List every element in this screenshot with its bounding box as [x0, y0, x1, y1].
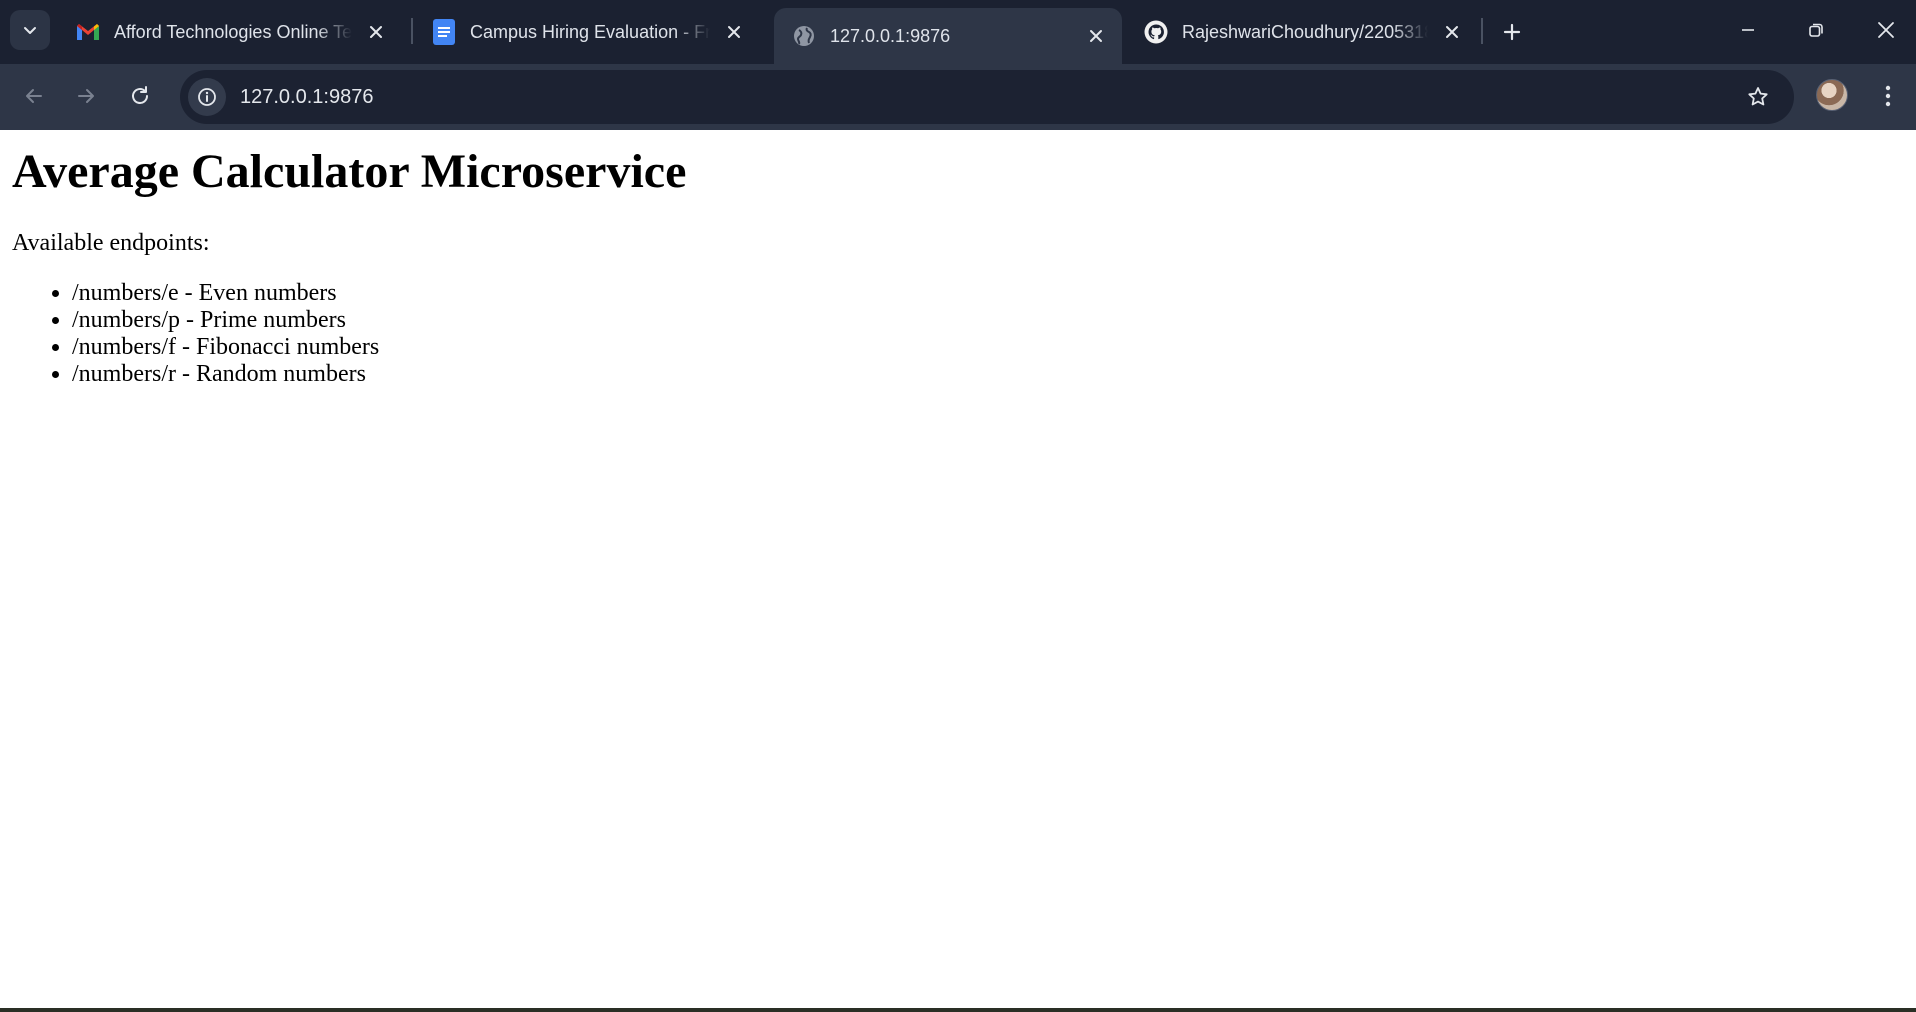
- bookmark-button[interactable]: [1740, 79, 1776, 115]
- tab-google-docs[interactable]: Campus Hiring Evaluation - Front: [414, 8, 760, 56]
- tab-localhost[interactable]: 127.0.0.1:9876: [774, 8, 1122, 64]
- forward-button[interactable]: [66, 76, 106, 116]
- page-content: Average Calculator Microservice Availabl…: [0, 130, 1916, 1008]
- new-tab-button[interactable]: [1494, 14, 1530, 50]
- close-tab-icon[interactable]: [362, 18, 390, 46]
- close-icon: [1878, 22, 1894, 38]
- list-item: /numbers/r - Random numbers: [72, 361, 379, 388]
- info-icon: [198, 88, 216, 106]
- address-bar[interactable]: 127.0.0.1:9876: [180, 70, 1794, 124]
- globe-icon: [792, 24, 816, 48]
- tab-title: Afford Technologies Online Test: [114, 21, 352, 43]
- endpoints-intro: Available endpoints:: [12, 230, 210, 256]
- close-tab-icon[interactable]: [720, 18, 748, 46]
- back-button[interactable]: [14, 76, 54, 116]
- tab-title: 127.0.0.1:9876: [830, 25, 1072, 47]
- tab-strip: Afford Technologies Online Test Campus H…: [0, 0, 1916, 64]
- chevron-down-icon: [24, 27, 36, 34]
- tab-github[interactable]: RajeshwariChoudhury/22053188: [1126, 8, 1478, 56]
- tab-title: Campus Hiring Evaluation - Front: [470, 21, 710, 43]
- tab-separator: [411, 18, 413, 44]
- plus-icon: [1503, 23, 1521, 41]
- reload-button[interactable]: [120, 76, 160, 116]
- arrow-left-icon: [26, 89, 42, 103]
- tab-separator: [1481, 18, 1483, 44]
- close-tab-icon[interactable]: [1082, 22, 1110, 50]
- page-title: Average Calculator Microservice: [12, 145, 687, 198]
- reload-icon: [132, 86, 148, 104]
- browser-toolbar: 127.0.0.1:9876: [0, 64, 1916, 130]
- more-vertical-icon: [1885, 85, 1891, 107]
- close-window-button[interactable]: [1856, 8, 1916, 52]
- arrow-right-icon: [78, 89, 94, 103]
- tab-search-button[interactable]: [10, 10, 50, 50]
- site-info-button[interactable]: [188, 78, 226, 116]
- endpoint-list: /numbers/e - Even numbers /numbers/p - P…: [72, 280, 379, 388]
- star-icon: [1748, 87, 1768, 106]
- list-item: /numbers/p - Prime numbers: [72, 307, 379, 334]
- list-item: /numbers/e - Even numbers: [72, 280, 379, 307]
- minimize-button[interactable]: [1718, 8, 1778, 52]
- minimize-icon: [1742, 29, 1754, 31]
- browser-menu-button[interactable]: [1870, 78, 1906, 114]
- close-tab-icon[interactable]: [1438, 18, 1466, 46]
- gmail-icon: [76, 20, 100, 44]
- profile-avatar[interactable]: [1816, 79, 1848, 111]
- tab-gmail[interactable]: Afford Technologies Online Test: [58, 8, 402, 56]
- restore-button[interactable]: [1786, 8, 1846, 52]
- tab-title: RajeshwariChoudhury/22053188: [1182, 21, 1428, 43]
- github-icon: [1144, 20, 1168, 44]
- google-docs-icon: [432, 19, 456, 45]
- taskbar-edge: [0, 1008, 1916, 1012]
- restore-icon: [1809, 23, 1823, 37]
- list-item: /numbers/f - Fibonacci numbers: [72, 334, 379, 361]
- address-bar-url[interactable]: 127.0.0.1:9876: [240, 86, 373, 109]
